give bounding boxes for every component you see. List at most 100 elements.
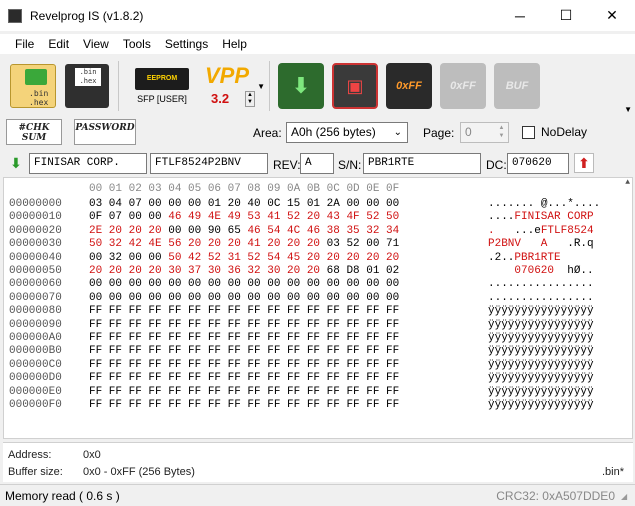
area-select[interactable]: A0h (256 bytes) ⌄ bbox=[286, 122, 408, 143]
area-label: Area: bbox=[253, 126, 282, 140]
hex-row-bytes[interactable]: 00 00 00 00 00 00 00 00 00 00 00 00 00 0… bbox=[89, 278, 399, 291]
erase-button[interactable]: 0xFF bbox=[382, 59, 436, 113]
read-button[interactable]: ⬇ bbox=[274, 59, 328, 113]
hex-row-ascii[interactable]: ....FINISAR CORP bbox=[488, 211, 594, 224]
hex-row-bytes[interactable]: FF FF FF FF FF FF FF FF FF FF FF FF FF F… bbox=[89, 345, 399, 358]
menu-bar: File Edit View Tools Settings Help bbox=[0, 34, 635, 54]
save-file-button[interactable]: .bin .hex bbox=[60, 59, 114, 113]
vpp-dropdown-icon[interactable]: ▼ bbox=[257, 82, 265, 91]
hex-row-bytes[interactable]: 50 32 42 4E 56 20 20 20 41 20 20 20 03 5… bbox=[89, 238, 399, 251]
hex-row-bytes[interactable]: 00 32 00 00 50 42 52 31 52 54 45 20 20 2… bbox=[89, 252, 399, 265]
toolbar-overflow-icon[interactable]: ▼ bbox=[624, 105, 632, 114]
nodelay-check-box[interactable] bbox=[522, 125, 535, 139]
buffer-info-panel: Address: 0x0 Buffer size: 0x0 - 0xFF (25… bbox=[3, 442, 633, 482]
toolbar-separator bbox=[118, 61, 119, 111]
dc-label: DC: bbox=[486, 158, 507, 172]
minimize-button[interactable]: ─ bbox=[497, 0, 543, 31]
hex-row-address: 000000A0 bbox=[9, 332, 62, 344]
hex-row: 000000B0 FF FF FF FF FF FF FF FF FF FF FF… bbox=[4, 345, 632, 358]
hex-row-bytes[interactable]: 2E 20 20 20 00 00 90 65 46 54 4C 46 38 3… bbox=[89, 225, 399, 238]
hex-row-ascii[interactable]: ................ bbox=[488, 292, 594, 305]
hex-row-ascii[interactable]: ....... @...*.... bbox=[488, 198, 600, 211]
hex-row: 00000070 00 00 00 00 00 00 00 00 00 00 00… bbox=[4, 292, 632, 305]
hex-row-ascii[interactable]: ÿÿÿÿÿÿÿÿÿÿÿÿÿÿÿÿ bbox=[488, 345, 594, 358]
save-file-label: .bin .hex bbox=[75, 68, 101, 86]
password-button[interactable]: PASSWORD bbox=[74, 119, 136, 145]
hex-row-ascii[interactable]: ÿÿÿÿÿÿÿÿÿÿÿÿÿÿÿÿ bbox=[488, 372, 594, 385]
status-message: Memory read ( 0.6 s ) bbox=[5, 488, 120, 503]
hex-row: 00000050 20 20 20 20 30 37 30 36 32 30 20… bbox=[4, 265, 632, 278]
chip-device-label: SFP [USER] bbox=[137, 94, 187, 104]
hex-row-ascii[interactable]: ÿÿÿÿÿÿÿÿÿÿÿÿÿÿÿÿ bbox=[488, 319, 594, 332]
chip-select-button[interactable]: EEPROM SFP [USER] bbox=[123, 68, 201, 104]
vpp-button[interactable]: VPP 3.2 ▲ ▼ ▼ bbox=[201, 59, 265, 113]
upload-arrow-icon[interactable]: ⬆ bbox=[574, 153, 594, 173]
menu-view[interactable]: View bbox=[76, 37, 116, 51]
hex-row-ascii[interactable]: . ...eFTLF8524 bbox=[488, 225, 594, 238]
hex-row-ascii[interactable]: .2..PBR1RTE bbox=[488, 252, 594, 265]
hex-row-ascii[interactable]: ÿÿÿÿÿÿÿÿÿÿÿÿÿÿÿÿ bbox=[488, 359, 594, 372]
vpp-spinner[interactable]: ▲ ▼ bbox=[245, 91, 255, 107]
rev-label: REV: bbox=[273, 158, 301, 172]
hex-row-address: 00000020 bbox=[9, 224, 62, 237]
rev-field[interactable]: A bbox=[300, 153, 334, 174]
hex-row: 00000020 2E 20 20 20 00 00 90 65 46 54 4C… bbox=[4, 225, 632, 238]
menu-tools[interactable]: Tools bbox=[116, 37, 158, 51]
hex-row-bytes[interactable]: FF FF FF FF FF FF FF FF FF FF FF FF FF F… bbox=[89, 319, 399, 332]
hex-column-header: 00 01 02 03 04 05 06 07 08 09 0A 0B 0C 0… bbox=[89, 183, 400, 195]
hex-row-bytes[interactable]: FF FF FF FF FF FF FF FF FF FF FF FF FF F… bbox=[89, 386, 399, 399]
checksum-button[interactable]: #CHK SUM bbox=[6, 119, 62, 145]
status-bar: Memory read ( 0.6 s ) CRC32: 0xA507DDE0 … bbox=[0, 484, 635, 506]
resize-grip-icon[interactable]: ◢ bbox=[621, 492, 633, 504]
hex-row-ascii[interactable]: ÿÿÿÿÿÿÿÿÿÿÿÿÿÿÿÿ bbox=[488, 305, 594, 318]
crc-value: CRC32: 0xA507DDE0 bbox=[496, 488, 615, 503]
hex-row: 00000010 0F 07 00 00 46 49 4E 49 53 41 52… bbox=[4, 211, 632, 224]
nodelay-checkbox[interactable]: NoDelay bbox=[522, 125, 587, 139]
hex-editor[interactable]: 00 01 02 03 04 05 06 07 08 09 0A 0B 0C 0… bbox=[3, 177, 633, 439]
hex-row-ascii[interactable]: ÿÿÿÿÿÿÿÿÿÿÿÿÿÿÿÿ bbox=[488, 386, 594, 399]
serial-number-field[interactable]: PBR1RTE bbox=[363, 153, 481, 174]
hex-row-address: 000000E0 bbox=[9, 385, 62, 398]
hex-row-bytes[interactable]: 00 00 00 00 00 00 00 00 00 00 00 00 00 0… bbox=[89, 292, 399, 305]
menu-file[interactable]: File bbox=[8, 37, 41, 51]
hex-row-ascii[interactable]: 070620 hØ.. bbox=[488, 265, 593, 278]
date-code-field[interactable]: 070620 bbox=[507, 153, 569, 174]
download-arrow-icon[interactable]: ⬇ bbox=[6, 153, 26, 173]
hex-row-bytes[interactable]: 03 04 07 00 00 00 01 20 40 0C 15 01 2A 0… bbox=[89, 198, 399, 211]
hex-row-address: 000000D0 bbox=[9, 372, 62, 385]
hex-row-ascii[interactable]: P2BNV A .R.q bbox=[488, 238, 594, 251]
read-arrow-icon: ⬇ bbox=[278, 63, 324, 109]
hex-row-bytes[interactable]: FF FF FF FF FF FF FF FF FF FF FF FF FF F… bbox=[89, 332, 399, 345]
menu-edit[interactable]: Edit bbox=[41, 37, 76, 51]
write-button[interactable]: ▣ bbox=[328, 59, 382, 113]
hex-row: 000000C0 FF FF FF FF FF FF FF FF FF FF FF… bbox=[4, 359, 632, 372]
hex-row-bytes[interactable]: 20 20 20 20 30 37 30 36 32 30 20 20 68 D… bbox=[89, 265, 399, 278]
part-number-field[interactable]: FTLF8524P2BNV bbox=[150, 153, 268, 174]
hex-row-ascii[interactable]: ................ bbox=[488, 278, 594, 291]
menu-settings[interactable]: Settings bbox=[158, 37, 215, 51]
hex-row-bytes[interactable]: FF FF FF FF FF FF FF FF FF FF FF FF FF F… bbox=[89, 359, 399, 372]
close-button[interactable]: ✕ bbox=[589, 0, 635, 31]
hex-row-address: 00000040 bbox=[9, 251, 62, 264]
hex-row-bytes[interactable]: 0F 07 00 00 46 49 4E 49 53 41 52 20 43 4… bbox=[89, 211, 399, 224]
buffer-size-value: 0x0 - 0xFF (256 Bytes) bbox=[83, 466, 195, 478]
hex-row-ascii[interactable]: ÿÿÿÿÿÿÿÿÿÿÿÿÿÿÿÿ bbox=[488, 399, 594, 412]
hex-row: 000000E0 FF FF FF FF FF FF FF FF FF FF FF… bbox=[4, 386, 632, 399]
page-value: 0 bbox=[465, 125, 472, 139]
page-stepper: 0 ▲ ▼ bbox=[460, 122, 509, 143]
nodelay-label: NoDelay bbox=[541, 125, 588, 139]
blank-check-icon: 0xFF bbox=[440, 63, 486, 109]
hex-row-bytes[interactable]: FF FF FF FF FF FF FF FF FF FF FF FF FF F… bbox=[89, 399, 399, 412]
scroll-up-icon[interactable]: ▲ bbox=[625, 178, 630, 187]
hex-row-bytes[interactable]: FF FF FF FF FF FF FF FF FF FF FF FF FF F… bbox=[89, 305, 399, 318]
hex-row-bytes[interactable]: FF FF FF FF FF FF FF FF FF FF FF FF FF F… bbox=[89, 372, 399, 385]
erase-broom-icon: 0xFF bbox=[386, 63, 432, 109]
hex-row-ascii[interactable]: ÿÿÿÿÿÿÿÿÿÿÿÿÿÿÿÿ bbox=[488, 332, 594, 345]
hex-row: 000000A0 FF FF FF FF FF FF FF FF FF FF FF… bbox=[4, 332, 632, 345]
menu-help[interactable]: Help bbox=[215, 37, 254, 51]
open-file-button[interactable]: .bin .hex bbox=[6, 59, 60, 113]
hex-row-address: 00000000 bbox=[9, 198, 62, 210]
vendor-field[interactable]: FINISAR CORP. bbox=[29, 153, 147, 174]
address-value: 0x0 bbox=[83, 449, 101, 461]
maximize-button[interactable]: ☐ bbox=[543, 0, 589, 31]
